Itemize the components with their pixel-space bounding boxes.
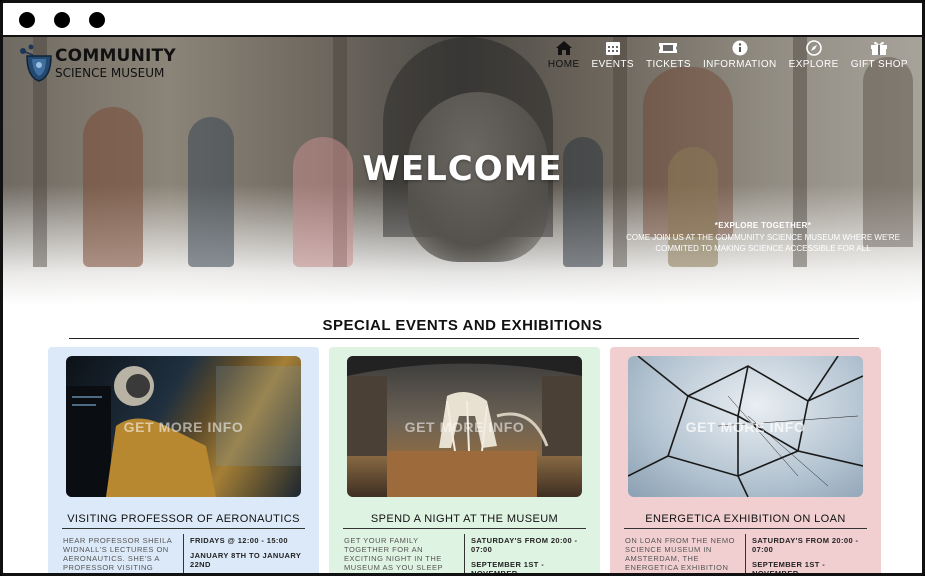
info-icon bbox=[730, 39, 750, 57]
event-dates: SEPTEMBER 1ST - NOVEMBER bbox=[752, 560, 826, 573]
event-image-link[interactable]: GET MORE INFO bbox=[628, 356, 863, 497]
nav-events[interactable]: EVENTS bbox=[586, 39, 640, 70]
event-description: GET YOUR FAMILY TOGETHER FOR AN EXCITING… bbox=[344, 536, 443, 572]
nav-tickets[interactable]: TICKETS bbox=[640, 39, 697, 70]
event-time: FRIDAYS @ 12:00 - 15:00 bbox=[190, 536, 288, 545]
window-control-dot[interactable] bbox=[89, 12, 105, 28]
event-image-link[interactable]: GET MORE INFO bbox=[66, 356, 301, 497]
ticket-icon bbox=[658, 39, 678, 57]
event-description: ON LOAN FROM THE NEMO SCIENCE MUSEUM IN … bbox=[625, 536, 735, 572]
logo-subtitle: SCIENCE MUSEUM bbox=[55, 65, 165, 80]
tagline-title: *EXPLORE TOGETHER* bbox=[714, 221, 812, 230]
card-divider bbox=[343, 528, 586, 529]
museum-logo-icon bbox=[17, 43, 53, 83]
nav-label: EVENTS bbox=[591, 59, 634, 70]
compass-icon bbox=[804, 39, 824, 57]
gift-icon bbox=[869, 39, 889, 57]
page-viewport: COMMUNITY SCIENCE MUSEUM HOME EVENTS TIC… bbox=[3, 37, 922, 573]
site-logo[interactable]: COMMUNITY SCIENCE MUSEUM bbox=[17, 41, 176, 85]
event-card: GET MORE INFO VISITING PROFESSOR OF AERO… bbox=[48, 347, 319, 573]
card-column-divider bbox=[183, 534, 184, 573]
browser-window: COMMUNITY SCIENCE MUSEUM HOME EVENTS TIC… bbox=[0, 0, 925, 576]
nav-label: GIFT SHOP bbox=[850, 59, 908, 70]
event-schedule: FRIDAYS @ 12:00 - 15:00 JANUARY 8TH TO J… bbox=[190, 536, 310, 569]
event-image-link[interactable]: GET MORE INFO bbox=[347, 356, 582, 497]
event-time: SATURDAY'S FROM 20:00 - 07:00 bbox=[471, 536, 578, 554]
nav-label: TICKETS bbox=[645, 59, 691, 70]
card-divider bbox=[62, 528, 305, 529]
hero-photo-detail bbox=[188, 117, 234, 267]
card-column-divider bbox=[464, 534, 465, 573]
home-icon bbox=[554, 39, 574, 57]
get-more-info-overlay[interactable]: GET MORE INFO bbox=[405, 419, 525, 435]
nav-information[interactable]: INFORMATION bbox=[697, 39, 783, 70]
nav-label: INFORMATION bbox=[702, 59, 777, 70]
card-divider bbox=[624, 528, 867, 529]
hero-banner: COMMUNITY SCIENCE MUSEUM HOME EVENTS TIC… bbox=[3, 37, 922, 305]
event-title: SPEND A NIGHT AT THE MUSEUM bbox=[370, 513, 559, 525]
event-schedule: SATURDAY'S FROM 20:00 - 07:00 SEPTEMBER … bbox=[752, 536, 872, 573]
main-nav: HOME EVENTS TICKETS INFORMATION EXPLORE … bbox=[542, 39, 914, 70]
event-title: VISITING PROFESSOR OF AERONAUTICS bbox=[67, 513, 300, 525]
card-column-divider bbox=[745, 534, 746, 573]
nav-gift-shop[interactable]: GIFT SHOP bbox=[845, 39, 914, 70]
nav-label: HOME bbox=[547, 59, 580, 70]
section-title: SPECIAL EVENTS AND EXHIBITIONS bbox=[322, 317, 603, 334]
event-dates: SEPTEMBER 1ST - NOVEMBER bbox=[471, 560, 545, 573]
hero-tagline: *EXPLORE TOGETHER* COME JOIN US AT THE C… bbox=[625, 221, 901, 254]
event-description: HEAR PROFESSOR SHEILA WIDNALL'S LECTURES… bbox=[63, 536, 172, 572]
nav-home[interactable]: HOME bbox=[542, 39, 586, 70]
event-schedule: SATURDAY'S FROM 20:00 - 07:00 SEPTEMBER … bbox=[471, 536, 591, 573]
window-control-dot[interactable] bbox=[54, 12, 70, 28]
event-title: ENERGETICA EXHIBITION ON LOAN bbox=[645, 513, 846, 525]
logo-title: COMMUNITY bbox=[55, 45, 176, 66]
event-time: SATURDAY'S FROM 20:00 - 07:00 bbox=[752, 536, 859, 554]
hero-title: WELCOME bbox=[362, 149, 563, 189]
section-divider bbox=[69, 338, 859, 339]
get-more-info-overlay[interactable]: GET MORE INFO bbox=[124, 419, 244, 435]
event-dates: JANUARY 8TH TO JANUARY 22ND bbox=[190, 551, 302, 569]
nav-label: EXPLORE bbox=[788, 59, 839, 70]
get-more-info-overlay[interactable]: GET MORE INFO bbox=[686, 419, 806, 435]
window-titlebar bbox=[3, 3, 922, 37]
window-control-dot[interactable] bbox=[19, 12, 35, 28]
event-card: GET MORE INFO ENERGETICA EXHIBITION ON L… bbox=[610, 347, 881, 573]
nav-explore[interactable]: EXPLORE bbox=[783, 39, 845, 70]
event-card: GET MORE INFO SPEND A NIGHT AT THE MUSEU… bbox=[329, 347, 600, 573]
calendar-icon bbox=[603, 39, 623, 57]
tagline-text: COME JOIN US AT THE COMMUNITY SCIENCE MU… bbox=[626, 233, 900, 253]
